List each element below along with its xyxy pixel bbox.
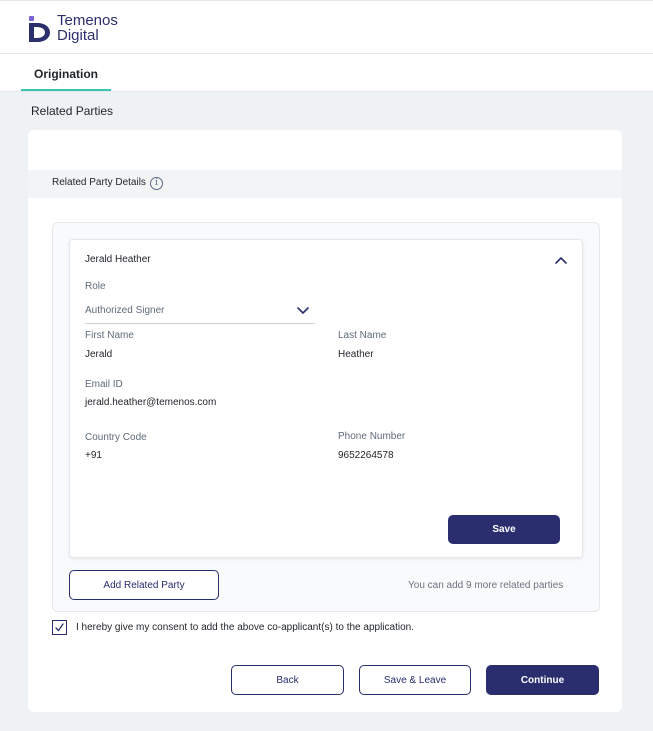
related-parties-card: Related Party Details i Jerald Heather R… xyxy=(28,130,622,712)
add-related-party-button[interactable]: Add Related Party xyxy=(69,570,219,600)
save-and-leave-button[interactable]: Save & Leave xyxy=(359,665,471,695)
chevron-down-icon xyxy=(297,307,309,314)
back-button[interactable]: Back xyxy=(231,665,344,695)
top-bar: Temenos Digital xyxy=(0,0,653,54)
related-party-details-header: Related Party Details i xyxy=(28,170,622,198)
country-code-value[interactable]: +91 xyxy=(85,450,102,461)
phone-number-label: Phone Number xyxy=(338,431,406,442)
consent-checkbox[interactable] xyxy=(52,620,67,635)
chevron-up-icon[interactable] xyxy=(554,254,568,266)
remaining-parties-note: You can add 9 more related parties xyxy=(408,580,564,591)
email-value[interactable]: jerald.heather@temenos.com xyxy=(85,397,216,408)
tab-bar: Origination xyxy=(0,54,653,92)
phone-number-value[interactable]: 9652264578 xyxy=(338,450,394,461)
role-select-value: Authorized Signer xyxy=(85,305,165,316)
brand-name-line1: Temenos xyxy=(57,12,118,29)
role-label: Role xyxy=(85,281,106,292)
party-card: Jerald Heather Role Authorized Signer Fi… xyxy=(69,239,583,558)
country-code-label: Country Code xyxy=(85,432,147,443)
last-name-label: Last Name xyxy=(338,330,387,341)
continue-button[interactable]: Continue xyxy=(486,665,599,695)
brand-name: Temenos Digital xyxy=(57,13,118,43)
brand-name-line2: Digital xyxy=(57,27,99,44)
related-party-details-label: Related Party Details xyxy=(52,177,146,188)
info-icon[interactable]: i xyxy=(150,177,163,190)
save-button[interactable]: Save xyxy=(448,515,560,544)
checkmark-icon xyxy=(55,623,64,632)
email-label: Email ID xyxy=(85,379,123,390)
brand-logo-icon xyxy=(29,16,50,42)
tab-origination[interactable]: Origination xyxy=(21,54,111,91)
first-name-label: First Name xyxy=(85,330,134,341)
party-name: Jerald Heather xyxy=(85,254,151,265)
related-parties-panel: Jerald Heather Role Authorized Signer Fi… xyxy=(52,222,600,612)
page-title: Related Parties xyxy=(31,104,114,118)
last-name-value[interactable]: Heather xyxy=(338,349,374,360)
brand-logo[interactable]: Temenos Digital xyxy=(27,13,118,43)
consent-text: I hereby give my consent to add the abov… xyxy=(76,622,414,633)
role-select[interactable]: Authorized Signer xyxy=(85,300,315,324)
first-name-value[interactable]: Jerald xyxy=(85,349,112,360)
